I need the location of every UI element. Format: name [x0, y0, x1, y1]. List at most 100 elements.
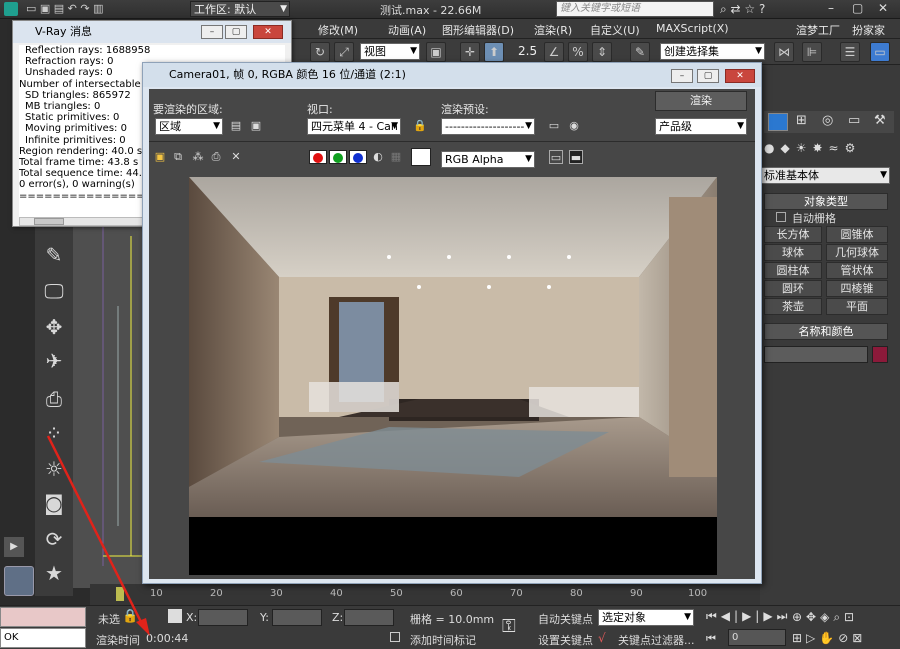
key-filters-button[interactable]: 关键点过滤器... [618, 632, 695, 648]
x-coordinate-field[interactable] [198, 609, 248, 626]
print-icon[interactable]: ⎙ [209, 150, 223, 164]
plane-button[interactable]: 平面 [826, 298, 888, 315]
render-setup-icon[interactable]: ▭ [870, 42, 890, 62]
minimize-icon[interactable]: – [671, 69, 693, 83]
edit-icon[interactable]: ✎ [41, 242, 67, 268]
maximize-icon[interactable]: ▢ [697, 69, 719, 83]
object-color-swatch[interactable] [872, 346, 888, 363]
save-image-icon[interactable]: ▣ [153, 150, 167, 164]
lock-viewport-icon[interactable]: 🔒 [413, 119, 427, 133]
angle-snap-icon[interactable]: ∠ [544, 42, 564, 62]
environment-icon[interactable]: ◉ [567, 119, 581, 133]
channel-select[interactable]: RGB Alpha ▼ [441, 151, 535, 168]
toggle-overlay-icon[interactable]: ▬ [569, 150, 583, 164]
help-icons[interactable]: ⌕ ⇄ ☆ ? [720, 2, 765, 17]
category-select[interactable]: 标准基本体 ▼ [760, 167, 890, 184]
display-icon[interactable]: 🖵 [41, 278, 67, 304]
select-manipulate-icon[interactable]: ✛ [460, 42, 480, 62]
y-coordinate-field[interactable] [272, 609, 322, 626]
motion-tab-icon[interactable]: ◎ [822, 113, 833, 128]
cone-button[interactable]: 圆锥体 [826, 226, 888, 243]
expand-arrow-icon[interactable]: ▶ [4, 537, 24, 557]
maximize-icon[interactable]: ▢ [225, 25, 247, 39]
display-tab-icon[interactable]: ▭ [848, 113, 860, 128]
key-icon[interactable]: ⚿ [502, 616, 516, 637]
layer-icon[interactable]: ☰ [840, 42, 860, 62]
window-controls[interactable]: – ▢ ✕ [822, 0, 900, 18]
viewport-nav-controls-top[interactable]: ⊕✥◈⌕⊡ [792, 610, 858, 625]
toggle-ui-icon[interactable]: ▭ [549, 150, 563, 164]
key-selection-select[interactable]: 选定对象 ▼ [598, 609, 694, 626]
spinner-snap-icon[interactable]: ⇕ [592, 42, 612, 62]
pivot-icon[interactable]: ▣ [426, 42, 446, 62]
swatch-white[interactable] [411, 148, 431, 166]
pyramid-button[interactable]: 四棱锥 [826, 280, 888, 297]
auto-grid-checkbox[interactable] [776, 212, 786, 222]
menu-maxscript[interactable]: MAXScript(X) [656, 22, 729, 35]
z-coordinate-field[interactable] [344, 609, 394, 626]
scale-icon[interactable]: ⤢ [334, 42, 354, 62]
clone-window-icon[interactable]: ⁂ [191, 150, 205, 164]
green-channel-toggle[interactable] [329, 150, 347, 164]
torus-button[interactable]: 圆环 [764, 280, 822, 297]
box-button[interactable]: 长方体 [764, 226, 822, 243]
close-icon[interactable]: ✕ [725, 69, 755, 83]
keyboard-shortcut-icon[interactable]: ⬆ [484, 42, 504, 62]
monochrome-icon[interactable]: ▦ [389, 150, 403, 164]
close-icon[interactable]: ✕ [878, 1, 888, 15]
close-icon[interactable]: ✕ [253, 25, 283, 39]
blue-channel-toggle[interactable] [349, 150, 367, 164]
viewport-select[interactable]: 四元菜单 4 - Can ▼ [307, 118, 401, 135]
menu-render[interactable]: 渲染(R) [534, 22, 572, 38]
align-icon[interactable]: ⊫ [802, 42, 822, 62]
app-logo-icon[interactable] [4, 2, 18, 16]
time-tag-icon[interactable] [390, 632, 400, 642]
tube-button[interactable]: 管状体 [826, 262, 888, 279]
playback-controls[interactable]: ⏮◀|▶|▶⏭ [706, 609, 791, 624]
current-frame-field[interactable]: 0 [728, 629, 786, 646]
maximize-icon[interactable]: ▢ [852, 1, 863, 15]
cylinder-button[interactable]: 圆柱体 [764, 262, 822, 279]
set-key-button[interactable]: 设置关键点 [538, 632, 593, 648]
menu-plugin-1[interactable]: 渲梦工厂 [796, 22, 840, 38]
quality-select[interactable]: 产品级 ▼ [655, 118, 747, 135]
snap-toggle[interactable]: 2.5 [518, 44, 537, 58]
menu-plugin-2[interactable]: 扮家家 [852, 22, 885, 38]
menu-modify[interactable]: 修改(M) [318, 22, 358, 38]
create-tab-icon[interactable] [768, 113, 788, 131]
auto-region-icon[interactable]: ▣ [249, 119, 263, 133]
plane-icon[interactable]: ✈ [41, 348, 67, 374]
sphere-button[interactable]: 球体 [764, 244, 822, 261]
add-time-tag[interactable]: 添加时间标记 [410, 632, 476, 648]
area-select[interactable]: 区域 ▼ [155, 118, 223, 135]
viewport-thumbnail[interactable] [4, 566, 34, 596]
name-color-header[interactable]: 名称和颜色 [764, 323, 888, 340]
geosphere-button[interactable]: 几何球体 [826, 244, 888, 261]
clear-icon[interactable]: ✕ [229, 150, 243, 164]
alpha-channel-icon[interactable]: ◐ [371, 150, 385, 164]
edit-named-selection-icon[interactable]: ✎ [630, 42, 650, 62]
workspace-select[interactable]: 工作区: 默认 ▼ [190, 1, 290, 17]
search-input[interactable]: 键入关键字或短语 [556, 1, 714, 17]
scrollbar-thumb[interactable] [34, 218, 64, 225]
hierarchy-tab-icon[interactable]: ⊞ [796, 113, 807, 128]
copy-image-icon[interactable]: ⧉ [171, 150, 185, 164]
object-name-input[interactable] [764, 346, 868, 363]
tray-icon[interactable]: ⎙ [41, 386, 67, 412]
rendered-frame-window[interactable]: Camera01, 帧 0, RGBA 颜色 16 位/通道 (2:1) – ▢… [142, 62, 762, 584]
subcategory-icons[interactable]: ●◆☀✸≈⚙ [764, 141, 861, 155]
minimize-icon[interactable]: – [201, 25, 223, 39]
auto-key-button[interactable]: 自动关键点 [538, 611, 593, 627]
viewport-nav-controls-bottom[interactable]: ⊞▷✋⊘⊠ [792, 631, 866, 645]
render-setup-icon[interactable]: ▭ [547, 119, 561, 133]
absolute-mode-icon[interactable] [168, 609, 182, 623]
object-type-header[interactable]: 对象类型 [764, 193, 888, 210]
rendered-image[interactable] [189, 177, 717, 575]
minimize-icon[interactable]: – [828, 1, 834, 15]
reference-coord-select[interactable]: 视图 ▼ [360, 43, 420, 60]
quick-access-icons[interactable]: ▭ ▣ ▤ ↶ ↷ ▥ [26, 2, 104, 15]
time-slider[interactable]: 10 20 30 40 50 60 70 80 90 100 [90, 584, 760, 605]
menu-customize[interactable]: 自定义(U) [590, 22, 640, 38]
go-to-start-icon[interactable]: ⏮ [706, 632, 716, 646]
rotate-icon[interactable]: ↻ [310, 42, 330, 62]
